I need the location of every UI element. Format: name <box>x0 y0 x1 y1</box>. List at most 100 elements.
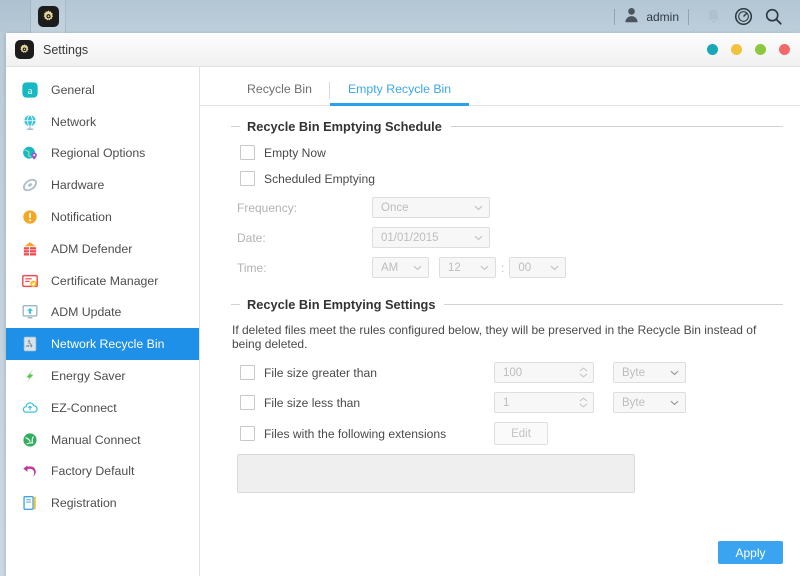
sidebar-item-energy-saver[interactable]: Energy Saver <box>6 360 199 392</box>
settings-window: Settings a General Network Regional Opti… <box>6 33 800 576</box>
empty-now-row[interactable]: Empty Now <box>240 145 783 160</box>
window-title: Settings <box>43 42 89 57</box>
topbar-divider-2 <box>688 8 689 25</box>
spinner-arrows-icon[interactable] <box>579 367 588 378</box>
time-minute-value: 00 <box>518 261 532 274</box>
sidebar-item-network-recycle-bin[interactable]: Network Recycle Bin <box>6 328 199 361</box>
sidebar-item-label: Hardware <box>51 178 105 193</box>
file-size-greater-value: 100 <box>503 366 523 379</box>
topbar-right-group: admin <box>605 0 800 33</box>
time-ampm-value: AM <box>381 261 399 274</box>
sidebar-item-hardware[interactable]: Hardware <box>6 169 199 201</box>
empty-now-checkbox[interactable] <box>240 145 255 160</box>
sidebar-item-label: Factory Default <box>51 464 135 479</box>
minimize-dot[interactable] <box>707 44 718 55</box>
chevron-down-icon <box>474 202 483 214</box>
edit-extensions-button[interactable]: Edit <box>494 422 548 445</box>
file-size-less-unit-select[interactable]: Byte <box>613 392 686 413</box>
schedule-section-title: Recycle Bin Emptying Schedule <box>247 119 442 134</box>
tab-label: Recycle Bin <box>247 82 312 96</box>
scheduled-emptying-row[interactable]: Scheduled Emptying <box>240 171 783 186</box>
file-size-less-checkbox[interactable] <box>240 395 255 410</box>
sidebar-item-adm-update[interactable]: ADM Update <box>6 297 199 329</box>
sidebar-item-ez-connect[interactable]: EZ-Connect <box>6 392 199 424</box>
file-size-greater-unit-select[interactable]: Byte <box>613 362 686 383</box>
svg-text:a: a <box>28 85 33 97</box>
sidebar-item-registration[interactable]: Registration <box>6 487 199 519</box>
apply-button[interactable]: Apply <box>718 541 783 564</box>
search-icon[interactable] <box>758 0 788 33</box>
chevron-down-icon <box>670 397 679 409</box>
file-size-greater-input[interactable]: 100 <box>494 362 594 383</box>
spinner-arrows-icon[interactable] <box>579 397 588 408</box>
notification-bell-icon[interactable] <box>698 0 728 33</box>
sidebar-item-label: Regional Options <box>51 146 146 161</box>
date-row: Date: 01/01/2015 <box>231 227 783 248</box>
settings-section-header: Recycle Bin Emptying Settings <box>231 297 783 312</box>
restore-dot[interactable] <box>731 44 742 55</box>
apply-bar: Apply <box>718 541 783 564</box>
notification-icon <box>20 207 40 227</box>
recycle-bin-icon <box>20 334 40 354</box>
sidebar-item-label: EZ-Connect <box>51 400 117 415</box>
sidebar-item-label: Manual Connect <box>51 432 141 447</box>
frequency-select[interactable]: Once <box>372 197 490 218</box>
sidebar-item-manual-connect[interactable]: Manual Connect <box>6 424 199 456</box>
sidebar-item-general[interactable]: a General <box>6 74 199 106</box>
gear-icon <box>37 6 59 27</box>
scheduled-emptying-label: Scheduled Emptying <box>264 171 375 186</box>
file-size-greater-row: File size greater than 100 Byte <box>231 362 783 383</box>
time-ampm-select[interactable]: AM <box>372 257 429 278</box>
firewall-icon <box>20 239 40 259</box>
time-minute-select[interactable]: 00 <box>509 257 567 278</box>
manual-connect-icon <box>20 430 40 450</box>
file-extensions-checkbox[interactable] <box>240 426 255 441</box>
date-select[interactable]: 01/01/2015 <box>372 227 490 248</box>
window-title-bar[interactable]: Settings <box>6 33 800 67</box>
file-size-less-input[interactable]: 1 <box>494 392 594 413</box>
gear-icon <box>15 40 34 59</box>
file-size-less-unit: Byte <box>622 396 646 409</box>
tab-empty-recycle-bin[interactable]: Empty Recycle Bin <box>329 82 470 106</box>
user-menu[interactable]: admin <box>624 7 679 26</box>
hardware-icon <box>20 175 40 195</box>
sidebar-item-notification[interactable]: Notification <box>6 201 199 233</box>
taskbar-app-settings[interactable] <box>31 0 66 33</box>
close-dot[interactable] <box>779 44 790 55</box>
file-extensions-label: Files with the following extensions <box>264 426 447 441</box>
file-size-greater-unit: Byte <box>622 366 646 379</box>
user-avatar-icon <box>624 7 639 26</box>
chevron-down-icon <box>474 232 483 244</box>
sidebar-item-label: Certificate Manager <box>51 273 159 288</box>
sidebar-item-label: Energy Saver <box>51 369 126 384</box>
file-size-less-value: 1 <box>503 396 510 409</box>
frequency-value: Once <box>381 201 409 214</box>
time-label: Time: <box>237 260 267 275</box>
date-value: 01/01/2015 <box>381 231 439 244</box>
sidebar-item-adm-defender[interactable]: ADM Defender <box>6 233 199 265</box>
tab-recycle-bin[interactable]: Recycle Bin <box>229 82 330 105</box>
time-hour-value: 12 <box>448 261 461 274</box>
chevron-down-icon <box>670 367 679 379</box>
settings-content: Recycle Bin Empty Recycle Bin Recycle Bi… <box>200 67 800 576</box>
scheduled-emptying-checkbox[interactable] <box>240 171 255 186</box>
sidebar-item-network[interactable]: Network <box>6 106 199 138</box>
file-size-greater-label: File size greater than <box>264 365 377 380</box>
file-extensions-textarea[interactable] <box>237 454 635 493</box>
user-name-label: admin <box>646 9 679 24</box>
system-monitor-icon[interactable] <box>728 0 758 33</box>
settings-section-title: Recycle Bin Emptying Settings <box>247 297 436 312</box>
sidebar-item-regional-options[interactable]: Regional Options <box>6 138 199 170</box>
update-icon <box>20 302 40 322</box>
file-size-greater-checkbox[interactable] <box>240 365 255 380</box>
time-hour-select[interactable]: 12 <box>439 257 496 278</box>
sidebar-item-certificate-manager[interactable]: Certificate Manager <box>6 265 199 297</box>
settings-sidebar: a General Network Regional Options Hardw… <box>6 67 200 576</box>
maximize-dot[interactable] <box>755 44 766 55</box>
regional-options-icon <box>20 143 40 163</box>
sidebar-item-label: Registration <box>51 496 117 511</box>
date-label: Date: <box>237 230 266 245</box>
sidebar-item-factory-default[interactable]: Factory Default <box>6 456 199 488</box>
section-dash <box>231 126 240 127</box>
time-row: Time: AM 12 : 00 <box>231 257 783 278</box>
